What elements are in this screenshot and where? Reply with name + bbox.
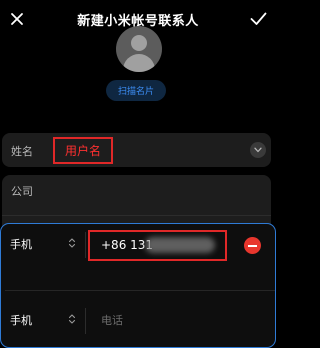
check-icon xyxy=(250,12,266,25)
phone-section: 手机 +86 131 手机 电话 xyxy=(0,223,276,348)
avatar-placeholder[interactable] xyxy=(116,26,162,72)
divider xyxy=(5,290,275,291)
name-value[interactable]: 用户名 xyxy=(65,142,101,159)
phone-type-label[interactable]: 手机 xyxy=(10,236,32,252)
confirm-button[interactable] xyxy=(247,8,269,30)
name-card: 姓名 用户名 xyxy=(2,133,271,167)
scan-card-button[interactable]: 扫描名片 xyxy=(106,80,166,101)
expand-name-button[interactable] xyxy=(250,142,266,158)
redacted-digits xyxy=(145,237,215,253)
updown-icon[interactable] xyxy=(68,313,76,325)
phone-highlight-box[interactable]: +86 131 xyxy=(88,230,227,261)
name-label: 姓名 xyxy=(11,145,33,158)
phone-type-label[interactable]: 手机 xyxy=(10,312,32,328)
name-highlight-box[interactable]: 用户名 xyxy=(53,137,113,164)
phone-number-input[interactable]: 电话 xyxy=(101,312,123,328)
divider xyxy=(85,308,86,334)
updown-icon[interactable] xyxy=(68,237,76,249)
remove-phone-button[interactable] xyxy=(244,237,261,254)
minus-circle-icon xyxy=(248,244,257,247)
divider xyxy=(2,215,271,216)
chevron-down-icon xyxy=(254,147,262,153)
company-field[interactable]: 公司 xyxy=(11,183,33,199)
divider xyxy=(85,232,86,258)
